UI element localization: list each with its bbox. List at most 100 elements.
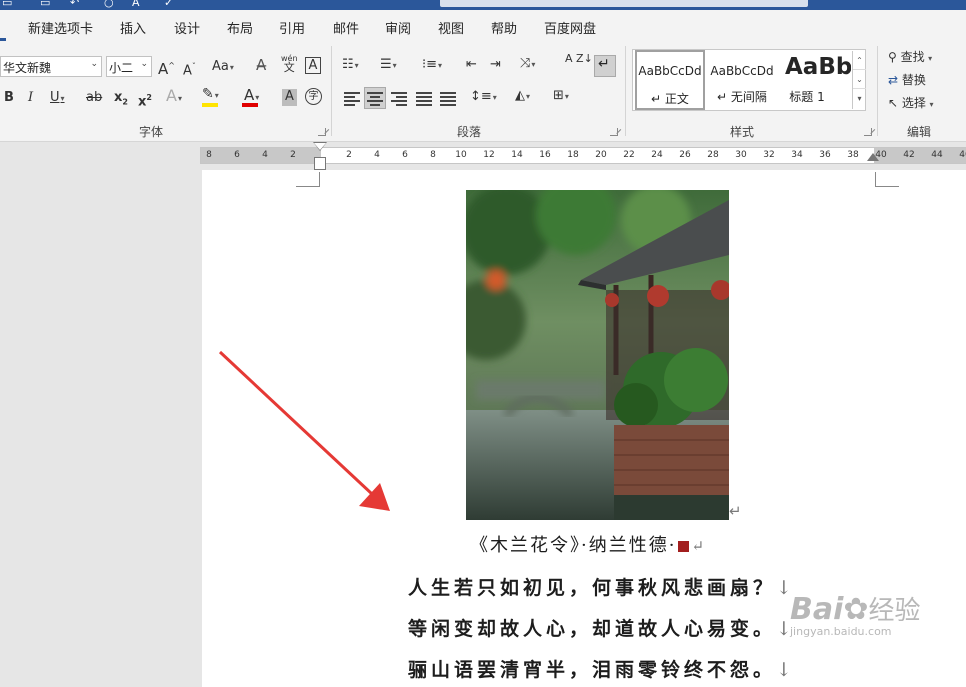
return-mark-icon: ↵ xyxy=(598,56,610,72)
watermark-brand: Bai xyxy=(790,592,844,627)
styles-scroll: ⌃ ⌄ ▾ xyxy=(852,51,866,109)
left-indent-marker[interactable] xyxy=(314,157,326,170)
paragraph-group-label: 段落 xyxy=(457,125,482,139)
styles-gallery: AaBbCcDd ↵ 正文 AaBbCcDd ↵ 无间隔 AaBb 标题 1 xyxy=(632,49,866,111)
increase-indent-button[interactable]: ⇥ xyxy=(490,57,501,73)
borders-button[interactable]: ⊞▾ xyxy=(553,88,569,105)
bullets-button[interactable]: ☷▾ xyxy=(342,57,359,74)
show-marks-button[interactable]: ↵ xyxy=(594,55,616,77)
tab-layout[interactable]: 布局 xyxy=(227,18,253,37)
search-box[interactable] xyxy=(440,0,808,7)
undo-icon[interactable]: ↶ xyxy=(70,0,79,9)
clear-format-icon[interactable]: A̶ xyxy=(256,57,266,73)
highlight-button[interactable]: ✎▾ xyxy=(202,86,219,104)
paragraph-dialog-launcher[interactable] xyxy=(610,128,618,136)
multilevel-list-icon: ⁝≡ xyxy=(422,57,438,72)
justify-icon[interactable] xyxy=(416,92,432,106)
distributed-icon[interactable] xyxy=(440,92,456,106)
corner-mark-right xyxy=(875,172,899,187)
grow-font-label: A xyxy=(158,60,169,78)
poem-title[interactable]: 《木兰花令》·纳兰性德· ↵ xyxy=(470,531,706,557)
numbered-list-icon: ☰ xyxy=(380,57,392,72)
decrease-indent-button[interactable]: ⇤ xyxy=(466,57,477,73)
anchor-icon xyxy=(678,540,690,552)
tab-references[interactable]: 引用 xyxy=(279,18,305,37)
ruler-tick: 12 xyxy=(483,150,495,160)
enclose-char-button[interactable]: 字 xyxy=(305,88,322,105)
subscript-button[interactable]: x2 xyxy=(114,90,128,111)
bold-button[interactable]: B xyxy=(4,90,14,106)
tab-new[interactable]: 新建选项卡 xyxy=(28,18,93,37)
style-heading-1[interactable]: AaBb 标题 1 xyxy=(779,50,851,110)
more-styles-icon[interactable]: ▾ xyxy=(853,89,866,108)
numbering-button[interactable]: ☰▾ xyxy=(380,57,397,74)
ruler-tick: 2 xyxy=(290,150,296,160)
align-center-button[interactable] xyxy=(364,87,386,109)
save-icon[interactable]: ▭ xyxy=(40,0,50,9)
tab-help[interactable]: 帮助 xyxy=(491,18,517,37)
tab-view[interactable]: 视图 xyxy=(438,18,464,37)
chinese-layout-icon: ⤨ xyxy=(520,56,531,71)
align-left-icon[interactable] xyxy=(344,92,360,106)
char-shading-button[interactable]: A xyxy=(282,89,297,106)
underline-button[interactable]: U▾ xyxy=(50,90,65,107)
tab-mailings[interactable]: 邮件 xyxy=(333,18,359,37)
ruler-tick: 42 xyxy=(903,150,915,160)
tab-review[interactable]: 审阅 xyxy=(385,18,411,37)
line-spacing-button[interactable]: ↕≡▾ xyxy=(470,89,497,106)
quick-access-icon[interactable]: ▭ xyxy=(2,0,12,9)
font-dialog-launcher[interactable] xyxy=(318,128,326,136)
superscript-button[interactable]: x2 xyxy=(138,90,152,110)
style-no-spacing[interactable]: AaBbCcDd ↵ 无间隔 xyxy=(707,50,777,110)
check-icon[interactable]: ✓ xyxy=(164,0,173,9)
ruler-tick: 18 xyxy=(567,150,579,160)
style-normal[interactable]: AaBbCcDd ↵ 正文 xyxy=(635,50,705,110)
redo-icon[interactable]: ○ xyxy=(104,0,114,9)
grow-font-button[interactable]: A^ xyxy=(158,58,175,77)
decrease-indent-icon: ⇤ xyxy=(466,57,477,72)
tab-baidu-netdisk[interactable]: 百度网盘 xyxy=(544,18,596,37)
font-size-combo[interactable]: 小二 ⌄ xyxy=(106,56,152,77)
chevron-up-icon[interactable]: ⌃ xyxy=(853,51,866,70)
shrink-font-button[interactable]: Aˇ xyxy=(183,59,196,79)
ruler-tick: 6 xyxy=(234,150,240,160)
poem-title-text: 《木兰花令》·纳兰性德· xyxy=(470,535,677,556)
text-effects-button[interactable]: A▾ xyxy=(166,88,182,107)
change-case-button[interactable]: Aa▾ xyxy=(212,59,234,76)
tab-design[interactable]: 设计 xyxy=(174,18,200,37)
style-no-spacing-name: ↵ 无间隔 xyxy=(717,90,767,104)
watermark-url: jingyan.baidu.com xyxy=(790,625,892,638)
italic-button[interactable]: I xyxy=(28,90,33,106)
line-break-mark: ↓ xyxy=(776,659,796,681)
styles-dialog-launcher[interactable] xyxy=(864,128,872,136)
group-separator xyxy=(877,46,878,136)
find-button[interactable]: ⚲ 查找 ▾ xyxy=(888,49,932,67)
align-right-icon[interactable] xyxy=(391,92,407,106)
poem-line-2[interactable]: 等闲变却故人心，却道故人心易变。↓ xyxy=(408,614,796,641)
phonetic-guide-button[interactable]: wén 文 xyxy=(281,54,298,73)
shading-button[interactable]: ◭▾ xyxy=(515,88,530,105)
spelling-icon[interactable]: A xyxy=(132,0,140,9)
group-separator xyxy=(625,46,626,136)
replace-button[interactable]: ⇄ 替换 xyxy=(888,72,926,88)
active-tab-indicator xyxy=(0,38,6,41)
chinese-layout-button[interactable]: ⤨▾ xyxy=(520,56,535,73)
font-name-combo[interactable]: 华文新魏 ⌄ xyxy=(0,56,102,77)
poem-line-1[interactable]: 人生若只如初见，何事秋风悲画扇？↓ xyxy=(408,573,796,600)
borders-icon: ⊞ xyxy=(553,88,564,103)
inline-photo[interactable] xyxy=(466,190,729,520)
right-indent-marker[interactable] xyxy=(867,153,879,161)
char-border-button[interactable]: A xyxy=(305,57,321,74)
underline-label: U xyxy=(50,90,60,105)
sort-button[interactable]: A Z↓ xyxy=(565,53,593,64)
select-button[interactable]: ↖ 选择 ▾ xyxy=(888,95,933,113)
multilevel-list-button[interactable]: ⁝≡▾ xyxy=(422,57,442,74)
tab-insert[interactable]: 插入 xyxy=(120,18,146,37)
strikethrough-button[interactable]: ab xyxy=(86,90,102,106)
poem-line-3[interactable]: 骊山语罢清宵半，泪雨零铃终不怨。↓ xyxy=(408,655,796,682)
ruler-tick: 16 xyxy=(539,150,551,160)
bullet-list-icon: ☷ xyxy=(342,57,354,72)
chevron-down-icon[interactable]: ⌄ xyxy=(853,70,866,89)
ruler-tick: 30 xyxy=(735,150,747,160)
ribbon-tabs: 新建选项卡 插入 设计 布局 引用 邮件 审阅 视图 帮助 百度网盘 xyxy=(0,10,966,42)
